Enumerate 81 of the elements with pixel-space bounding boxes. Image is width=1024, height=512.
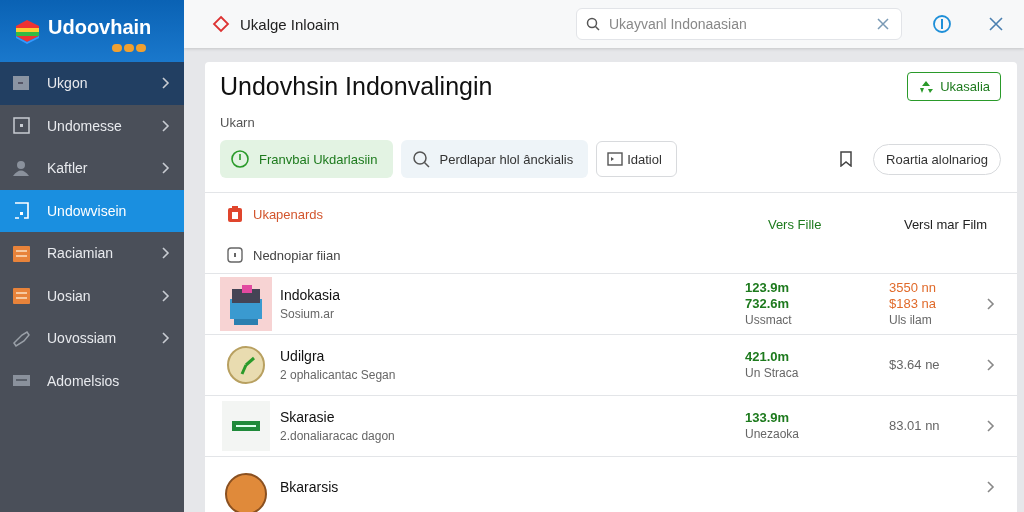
- sidebar-label: Adomelsios: [47, 372, 121, 389]
- list-icon: [12, 243, 31, 263]
- sidebar-item[interactable]: Kaftler: [0, 147, 184, 190]
- clear-icon: [876, 17, 890, 31]
- sidebar-item[interactable]: Adomelsios: [0, 359, 184, 402]
- size-value: 421.0m: [745, 349, 791, 365]
- sidebar-item[interactable]: Uosian: [0, 274, 184, 317]
- legend-label: Ukapenards: [253, 206, 324, 222]
- sort-button[interactable]: Roartia alolnariog: [873, 143, 1001, 175]
- sidebar-item[interactable]: Undomesse: [0, 104, 184, 147]
- table-row[interactable]: Bkararsis: [205, 457, 1017, 512]
- search-icon: [586, 17, 600, 31]
- value-note: Un Straca: [745, 365, 800, 381]
- item-name: Indokasia: [280, 287, 341, 303]
- search-field[interactable]: Ukayvanl Indonaasian: [576, 8, 902, 40]
- info-icon: [932, 14, 952, 34]
- info-square-icon: [227, 247, 243, 263]
- sidebar-item[interactable]: Uovossiam: [0, 317, 184, 360]
- recycle-button[interactable]: Ukasalia: [907, 72, 1001, 101]
- sidebar-label: Ukgon: [47, 75, 89, 92]
- clock-icon: [231, 150, 249, 168]
- chevron-icon: [985, 297, 995, 311]
- sidebar-item[interactable]: Ukgon: [0, 62, 184, 105]
- list-icon: [12, 286, 31, 306]
- page-heading: Undovhsin Indonvalingin: [220, 72, 493, 101]
- item-name: Udilgra: [280, 348, 326, 364]
- filter-chip[interactable]: Perdlapar hlol ânckialis: [400, 140, 589, 178]
- item-detail: 2.donaliaracac dagon: [280, 429, 396, 443]
- person-icon: [12, 158, 31, 178]
- item-name: Bkararsis: [280, 479, 340, 495]
- value-note: Unezaoka: [745, 426, 801, 442]
- filter-chip[interactable]: Franvbai Ukdarlasiin: [220, 140, 393, 178]
- logo-text: Udoovhain: [48, 15, 152, 39]
- column-header: Vers Fille: [767, 217, 823, 232]
- card-illustration: [220, 399, 272, 453]
- sidebar-label: Uovossiam: [47, 330, 118, 347]
- search-icon: [411, 150, 430, 168]
- price-value: $183 na: [889, 296, 937, 312]
- clipboard-icon: [227, 205, 243, 223]
- size-value: 123.9m: [745, 280, 791, 296]
- price-value: 83.01 nn: [889, 418, 941, 434]
- chevron-icon: [160, 288, 170, 303]
- sidebar-label: Uosian: [47, 287, 92, 304]
- column-header: Versl mar Film: [903, 217, 987, 232]
- document-icon: [607, 150, 626, 168]
- chevron-icon: [985, 358, 995, 372]
- chevron-icon: [985, 480, 995, 494]
- box-illustration: [220, 277, 272, 331]
- size-value: 133.9m: [745, 410, 791, 426]
- diamond-icon: [212, 15, 230, 33]
- square-icon: [12, 116, 31, 136]
- sidebar-label: Undowvisein: [47, 202, 128, 219]
- table-row[interactable]: Skarasie 2.donaliaracac dagon 133.9m Unezaoka 83.01 nn: [205, 396, 1017, 457]
- price-value: 3550 nn: [889, 280, 937, 296]
- sidebar-label: Undomesse: [47, 117, 123, 134]
- table-row[interactable]: Indokasia Sosium.ar 123.9m 732.6m Ussmact 3550 nn $183 na Uls ilam: [205, 274, 1017, 335]
- filter-chip[interactable]: Idatiol: [596, 141, 677, 177]
- close-icon: [988, 16, 1004, 32]
- chevron-icon: [160, 76, 170, 91]
- bookmark-icon: [839, 151, 854, 167]
- chevron-icon: [160, 246, 170, 261]
- page-title: Ukalge Inloaim: [240, 15, 341, 33]
- legend-label: Nednopiar fiian: [253, 247, 341, 263]
- size-value: 732.6m: [745, 296, 791, 312]
- item-name: Skarasie: [280, 409, 336, 425]
- subtitle: Ukarn: [220, 115, 256, 130]
- chevron-icon: [160, 331, 170, 346]
- value-note: Uls ilam: [889, 312, 933, 328]
- price-value: $3.64 ne: [889, 357, 941, 373]
- item-detail: Sosium.ar: [280, 307, 336, 321]
- item-detail: 2 ophalicantac Segan: [280, 368, 397, 382]
- chevron-icon: [160, 118, 170, 133]
- table-row[interactable]: Udilgra 2 ophalicantac Segan 421.0m Un Straca $3.64 ne: [205, 335, 1017, 396]
- sidebar-item[interactable]: Raciamian: [0, 232, 184, 275]
- sidebar-label: Raciamian: [47, 245, 115, 262]
- dots-icon: [112, 44, 146, 52]
- chevron-icon: [985, 419, 995, 433]
- document-icon: [12, 73, 31, 93]
- sidebar-label: Kaftler: [47, 160, 89, 177]
- value-note: Ussmact: [745, 312, 793, 328]
- chevron-icon: [160, 161, 170, 176]
